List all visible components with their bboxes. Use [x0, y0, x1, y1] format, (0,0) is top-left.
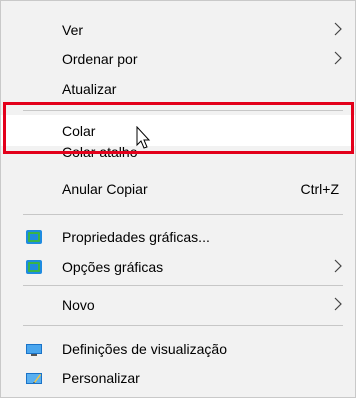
- menu-item-label: Definições de visualização: [62, 341, 227, 357]
- menu-item-ver[interactable]: Ver: [1, 16, 355, 44]
- menu-item-label: Ver: [62, 22, 84, 38]
- menu-item-ordenar-por[interactable]: Ordenar por: [1, 45, 355, 73]
- mouse-cursor-icon: [136, 126, 151, 149]
- menu-item-anular-copiar[interactable]: Anular Copiar Ctrl+Z: [1, 175, 355, 203]
- menu-item-label: Ordenar por: [62, 51, 138, 67]
- chevron-right-icon: [334, 51, 342, 65]
- menu-item-definicoes-visualizacao[interactable]: Definições de visualização: [1, 335, 355, 363]
- personalize-icon: [26, 373, 42, 384]
- shortcut-text: Ctrl+Z: [300, 181, 340, 197]
- context-menu: Ver Ordenar por Atualizar Colar Colar at…: [0, 0, 356, 398]
- menu-item-propriedades-graficas[interactable]: Propriedades gráficas...: [1, 223, 355, 251]
- menu-item-label: Anular Copiar: [62, 181, 148, 197]
- highlight-box: [3, 102, 354, 154]
- intel-graphics-icon: [26, 230, 42, 244]
- menu-item-novo[interactable]: Novo: [1, 291, 355, 319]
- separator: [23, 285, 343, 286]
- chevron-right-icon: [334, 259, 342, 273]
- separator: [23, 214, 343, 215]
- menu-item-label: Propriedades gráficas...: [62, 229, 210, 245]
- menu-item-personalizar[interactable]: Personalizar: [1, 364, 355, 392]
- menu-item-atualizar[interactable]: Atualizar: [1, 75, 355, 103]
- chevron-right-icon: [334, 22, 342, 36]
- menu-item-label: Atualizar: [62, 81, 117, 97]
- display-icon: [26, 344, 42, 356]
- menu-item-opcoes-graficas[interactable]: Opções gráficas: [1, 253, 355, 281]
- menu-item-label: Opções gráficas: [62, 259, 164, 275]
- menu-item-label: Novo: [62, 297, 95, 313]
- menu-item-label: Personalizar: [62, 370, 140, 386]
- separator: [23, 325, 343, 326]
- intel-graphics-icon: [26, 260, 42, 274]
- chevron-right-icon: [334, 297, 342, 311]
